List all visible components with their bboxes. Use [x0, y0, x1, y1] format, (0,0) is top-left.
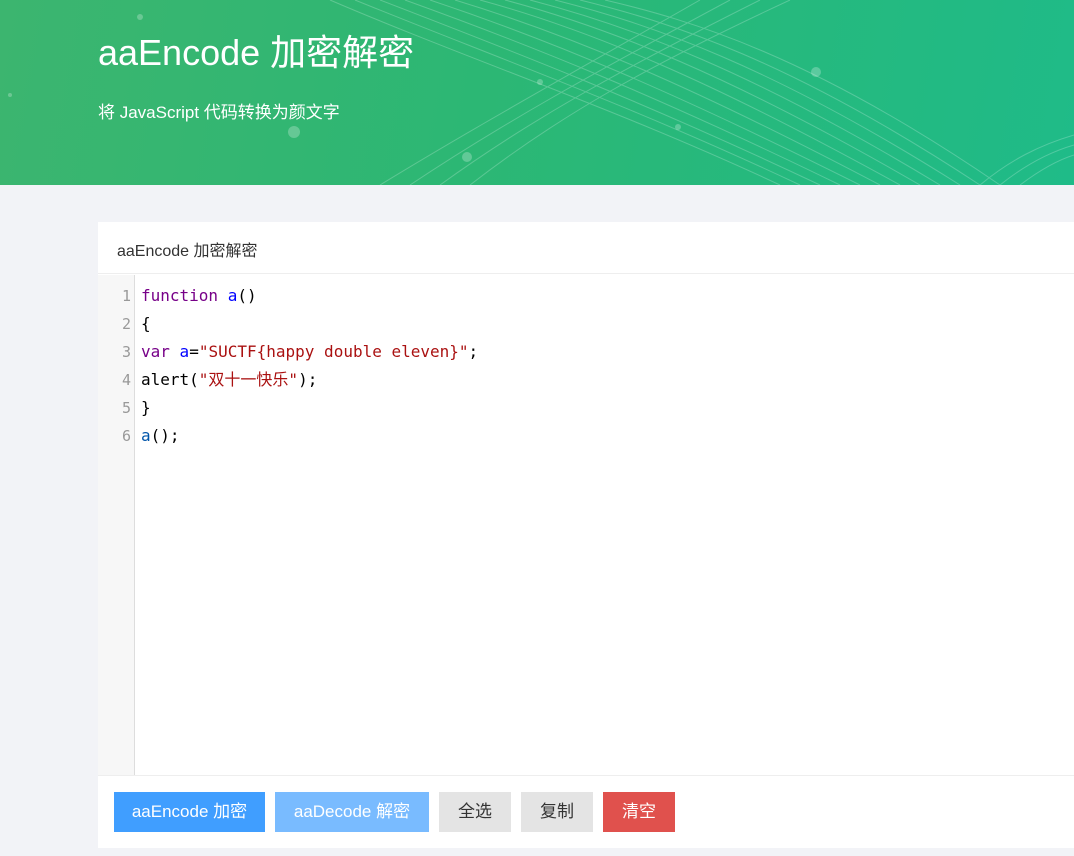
code-line[interactable]: 2{ — [98, 310, 1074, 338]
code-token: a — [227, 286, 238, 305]
code-line[interactable]: 6 a(); — [98, 422, 1074, 450]
code-line[interactable]: 4 alert("双十一快乐"); — [98, 366, 1074, 394]
code-token: "SUCTF{happy double eleven}" — [198, 342, 469, 361]
card-title: aaEncode 加密解密 — [117, 243, 258, 260]
page-subtitle: 将 JavaScript 代码转换为颜文字 — [98, 103, 340, 122]
line-number: 1 — [121, 287, 131, 305]
line-code[interactable]: a(); — [141, 422, 180, 450]
banner-wave-decoration — [8, 0, 1074, 185]
code-line[interactable]: 3 var a="SUCTF{happy double eleven}"; — [98, 338, 1074, 366]
action-bar: aaEncode 加密 aaDecode 解密 全选 复制 清空 — [98, 775, 1074, 848]
line-code[interactable]: } — [141, 394, 151, 422]
line-code[interactable]: { — [141, 310, 151, 338]
code-token: = — [189, 342, 199, 361]
page-title: aaEncode 加密解密 — [98, 32, 415, 73]
line-number: 6 — [121, 427, 131, 445]
code-token: var — [141, 342, 170, 361]
encode-button[interactable]: aaEncode 加密 — [114, 792, 265, 832]
code-token: a — [179, 342, 190, 361]
line-number: 5 — [121, 399, 131, 417]
code-token: a — [141, 426, 151, 445]
code-token: } — [141, 398, 151, 417]
code-editor[interactable]: 1 function a() 2{3 var a="SUCTF{happy doubl… — [98, 275, 1074, 775]
copy-button[interactable]: 复制 — [521, 792, 593, 832]
line-number: 2 — [121, 315, 131, 333]
code-token: (); — [150, 426, 180, 445]
code-line[interactable]: 5} — [98, 394, 1074, 422]
select-all-button[interactable]: 全选 — [439, 792, 511, 832]
code-token: { — [141, 314, 151, 333]
line-code[interactable]: function a() — [141, 282, 257, 310]
code-token: "双十一快乐" — [198, 370, 299, 389]
page-banner: aaEncode 加密解密 将 JavaScript 代码转换为颜文字 — [0, 0, 1074, 185]
editor-card: aaEncode 加密解密 1 function a() 2{3 var a="SUC… — [98, 222, 1074, 848]
clear-button[interactable]: 清空 — [603, 792, 675, 832]
code-token: function — [141, 286, 219, 305]
code-token: ; — [468, 342, 479, 361]
decode-button[interactable]: aaDecode 解密 — [275, 792, 429, 832]
line-number: 4 — [121, 371, 131, 389]
code-token: alert( — [141, 370, 199, 389]
line-code[interactable]: var a="SUCTF{happy double eleven}"; — [141, 338, 478, 366]
card-header: aaEncode 加密解密 — [98, 222, 1074, 274]
line-number: 3 — [121, 343, 131, 361]
line-code[interactable]: alert("双十一快乐"); — [141, 366, 317, 394]
code-line[interactable]: 1 function a() — [98, 282, 1074, 310]
code-token: () — [237, 286, 257, 305]
code-token: ); — [298, 370, 318, 389]
